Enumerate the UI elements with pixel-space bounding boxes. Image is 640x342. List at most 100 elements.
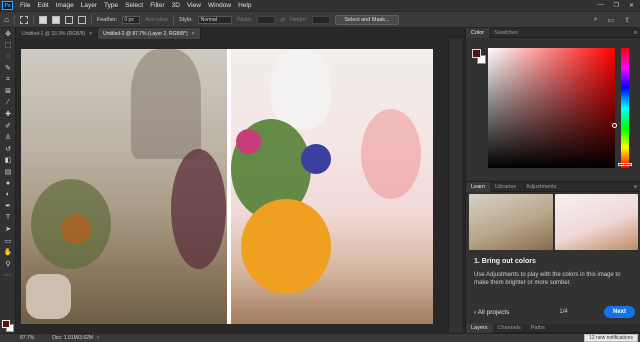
clone-stamp-tool-icon[interactable]: ♙ bbox=[0, 132, 16, 144]
layers-panel: Layers Channels Paths bbox=[466, 323, 640, 333]
menu-filter[interactable]: Filter bbox=[150, 2, 164, 9]
tab-channels[interactable]: Channels bbox=[493, 323, 526, 333]
subtract-selection-icon[interactable] bbox=[64, 15, 73, 24]
tutorial-step-title: 1. Bring out colors bbox=[474, 258, 536, 265]
saturation-brightness-field[interactable] bbox=[488, 48, 615, 168]
tab-untitled-1[interactable]: Untitled-1 @ 33.3% (RGB/8) × bbox=[17, 28, 99, 39]
history-brush-tool-icon[interactable]: ↺ bbox=[0, 143, 16, 155]
eraser-tool-icon[interactable]: ◧ bbox=[0, 155, 16, 167]
document-size[interactable]: Doc: 1.91M/3.62M bbox=[52, 335, 93, 341]
panel-dock-strip[interactable] bbox=[448, 39, 462, 333]
add-selection-icon[interactable] bbox=[51, 15, 60, 24]
tutorial-thumbnails bbox=[466, 194, 640, 250]
menu-select[interactable]: Select bbox=[125, 2, 143, 9]
menu-view[interactable]: View bbox=[187, 2, 201, 9]
search-icon[interactable]: ⌕ bbox=[594, 16, 598, 24]
swap-icon[interactable]: ⇄ bbox=[280, 17, 285, 23]
canvas-area[interactable] bbox=[17, 39, 463, 333]
tab-untitled-2[interactable]: Untitled-2 @ 87.7% (Layer 2, RGB/8*) × bbox=[98, 28, 201, 39]
divider bbox=[90, 14, 92, 25]
learn-panel: Learn Libraries Adjustments ≡ 1. Bring o… bbox=[466, 181, 640, 323]
tab-color[interactable]: Color bbox=[466, 27, 490, 38]
workspace-icon[interactable]: ▭ bbox=[608, 16, 615, 24]
tab-learn[interactable]: Learn bbox=[466, 181, 491, 192]
tab-paths[interactable]: Paths bbox=[526, 323, 550, 333]
next-button[interactable]: Next bbox=[603, 306, 635, 318]
page-indicator: 1/4 bbox=[559, 309, 568, 315]
notification-badge[interactable]: 12 new notifications bbox=[584, 334, 638, 342]
figure-shape bbox=[271, 49, 331, 129]
status-bar: 87.7% Doc: 1.91M/3.62M › 12 new notifica… bbox=[0, 333, 640, 342]
menu-help[interactable]: Help bbox=[238, 2, 251, 9]
hue-slider[interactable] bbox=[621, 48, 629, 168]
style-select[interactable]: Normal bbox=[197, 15, 232, 24]
path-selection-tool-icon[interactable]: ➤ bbox=[0, 224, 16, 236]
close-icon[interactable]: × bbox=[89, 31, 92, 37]
move-tool-icon[interactable]: ✥ bbox=[0, 28, 16, 40]
feather-input[interactable]: 0 px bbox=[122, 15, 141, 24]
all-projects-link[interactable]: ‹ All projects bbox=[474, 309, 509, 316]
foreground-color-swatch[interactable] bbox=[2, 320, 10, 328]
blur-tool-icon[interactable]: ● bbox=[0, 178, 16, 190]
zoom-tool-icon[interactable]: ⚲ bbox=[0, 258, 16, 270]
tab-swatches[interactable]: Swatches bbox=[489, 28, 523, 38]
panel-menu-icon[interactable]: ≡ bbox=[634, 30, 637, 36]
document-canvas[interactable] bbox=[21, 49, 433, 324]
dodge-tool-icon[interactable]: ◐ bbox=[0, 189, 16, 201]
restore-icon[interactable]: ❐ bbox=[614, 2, 619, 9]
before-thumbnail bbox=[469, 194, 553, 250]
color-cursor[interactable] bbox=[612, 123, 617, 128]
share-icon[interactable]: ⇪ bbox=[624, 16, 630, 24]
width-input[interactable] bbox=[257, 15, 276, 24]
more-tools-icon[interactable]: ⋯ bbox=[0, 270, 16, 282]
tools-panel: ✥ ⬚ ◌ ✎ ⌗ ⊠ ⁄ ✚ ✐ ♙ ↺ ◧ ▤ ● ◐ ✒ T ➤ ▭ ✋ … bbox=[0, 28, 16, 333]
close-icon[interactable]: × bbox=[192, 31, 195, 37]
menu-edit[interactable]: Edit bbox=[37, 2, 48, 9]
pen-tool-icon[interactable]: ✒ bbox=[0, 201, 16, 213]
crop-tool-icon[interactable]: ⌗ bbox=[0, 74, 16, 86]
intersect-selection-icon[interactable] bbox=[77, 15, 86, 24]
frame-tool-icon[interactable]: ⊠ bbox=[0, 86, 16, 98]
minimize-icon[interactable]: — bbox=[598, 2, 604, 9]
menu-type[interactable]: Type bbox=[104, 2, 118, 9]
select-and-mask-button[interactable]: Select and Mask... bbox=[335, 14, 399, 25]
brush-tool-icon[interactable]: ✐ bbox=[0, 120, 16, 132]
divider bbox=[32, 14, 34, 25]
photoshop-logo-icon[interactable]: Ps bbox=[2, 1, 13, 10]
healing-brush-tool-icon[interactable]: ✚ bbox=[0, 109, 16, 121]
type-tool-icon[interactable]: T bbox=[0, 212, 16, 224]
tab-adjustments[interactable]: Adjustments bbox=[521, 182, 561, 192]
photo-before bbox=[21, 49, 227, 324]
quick-select-tool-icon[interactable]: ✎ bbox=[0, 63, 16, 75]
hand-tool-icon[interactable]: ✋ bbox=[0, 247, 16, 259]
photo-after bbox=[231, 49, 433, 324]
tab-layers[interactable]: Layers bbox=[466, 323, 493, 333]
lasso-tool-icon[interactable]: ◌ bbox=[0, 51, 16, 63]
zoom-level[interactable]: 87.7% bbox=[20, 335, 34, 341]
color-panel-tabs: Color Swatches ≡ bbox=[466, 27, 640, 38]
hue-slider-handle[interactable] bbox=[618, 163, 632, 166]
close-icon[interactable]: ✕ bbox=[629, 2, 634, 9]
menu-file[interactable]: File bbox=[20, 2, 30, 9]
style-label: Style: bbox=[178, 16, 193, 23]
eyedropper-tool-icon[interactable]: ⁄ bbox=[0, 97, 16, 109]
marquee-tool-icon[interactable]: ⬚ bbox=[0, 40, 16, 52]
divider bbox=[13, 14, 15, 25]
home-icon[interactable]: ⌂ bbox=[4, 15, 9, 24]
height-input[interactable] bbox=[312, 15, 331, 24]
menu-image[interactable]: Image bbox=[56, 2, 74, 9]
tab-libraries[interactable]: Libraries bbox=[490, 182, 521, 192]
flower-shape bbox=[361, 109, 421, 199]
menu-window[interactable]: Window bbox=[208, 2, 231, 9]
panel-menu-icon[interactable]: ≡ bbox=[634, 184, 637, 190]
chevron-right-icon[interactable]: › bbox=[97, 335, 99, 341]
rectangle-tool-icon[interactable]: ▭ bbox=[0, 235, 16, 247]
antialias-checkbox[interactable]: Anti-alias bbox=[145, 17, 168, 23]
new-selection-icon[interactable] bbox=[38, 15, 47, 24]
foreground-color-swatch[interactable] bbox=[472, 49, 481, 58]
menu-3d[interactable]: 3D bbox=[172, 2, 180, 9]
flower-shape bbox=[61, 214, 91, 244]
menu-layer[interactable]: Layer bbox=[81, 2, 97, 9]
marquee-tool-icon[interactable] bbox=[19, 15, 28, 24]
gradient-tool-icon[interactable]: ▤ bbox=[0, 166, 16, 178]
